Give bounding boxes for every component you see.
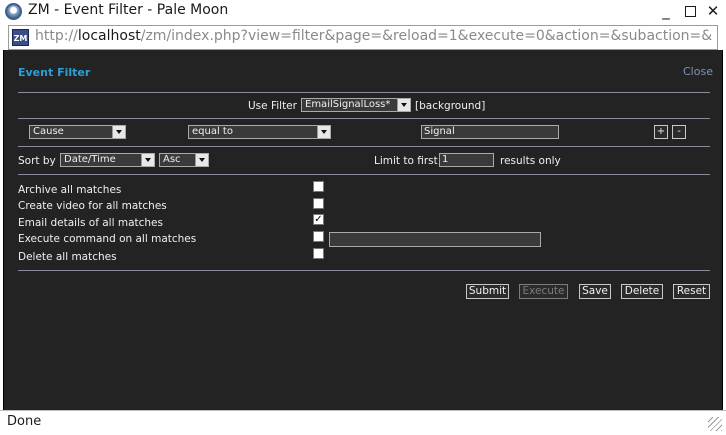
chevron-down-icon bbox=[397, 99, 410, 111]
url-path: /zm/index.php?view=filter&page=&reload=1… bbox=[140, 28, 713, 44]
execute-command-label: Execute command on all matches bbox=[18, 233, 197, 245]
delete-checkbox[interactable] bbox=[313, 248, 324, 259]
submit-button[interactable]: Submit bbox=[466, 284, 509, 299]
divider bbox=[18, 118, 710, 119]
divider bbox=[18, 92, 710, 93]
archive-label: Archive all matches bbox=[18, 184, 122, 196]
maximize-button[interactable] bbox=[682, 3, 698, 19]
minimize-button[interactable]: _ bbox=[658, 3, 674, 19]
delete-button[interactable]: Delete bbox=[621, 284, 663, 299]
window-title: ZM - Event Filter - Pale Moon bbox=[28, 2, 229, 18]
chevron-down-icon bbox=[317, 126, 330, 138]
address-bar[interactable]: ZM http://localhost/zm/index.php?view=fi… bbox=[8, 25, 718, 50]
create-video-checkbox[interactable] bbox=[313, 198, 324, 209]
close-window-button[interactable]: ✕ bbox=[705, 3, 721, 19]
execute-command-checkbox[interactable] bbox=[313, 231, 324, 242]
archive-checkbox[interactable] bbox=[313, 181, 324, 192]
add-term-button[interactable]: + bbox=[654, 125, 668, 139]
create-video-label: Create video for all matches bbox=[18, 200, 167, 212]
term-value-input[interactable]: Signal bbox=[421, 125, 559, 139]
remove-term-button[interactable]: - bbox=[672, 125, 686, 139]
execute-button[interactable]: Execute bbox=[519, 284, 568, 299]
chevron-down-icon bbox=[195, 154, 208, 166]
execute-command-input[interactable] bbox=[329, 232, 541, 247]
limit-suffix: results only bbox=[500, 155, 561, 167]
limit-input[interactable]: 1 bbox=[439, 153, 494, 167]
divider bbox=[18, 146, 710, 147]
use-filter-value: EmailSignalLoss* bbox=[305, 99, 391, 110]
sort-field-value: Date/Time bbox=[64, 154, 116, 165]
email-checkbox[interactable]: ✓ bbox=[313, 214, 324, 225]
pale-moon-icon bbox=[5, 3, 22, 20]
sort-direction-select[interactable]: Asc bbox=[159, 153, 209, 167]
use-filter-label: Use Filter bbox=[248, 100, 297, 112]
divider bbox=[18, 174, 710, 175]
save-button[interactable]: Save bbox=[579, 284, 611, 299]
sort-direction-value: Asc bbox=[163, 154, 181, 165]
url-host: localhost bbox=[77, 28, 141, 44]
maximize-icon bbox=[684, 6, 696, 17]
sort-by-label: Sort by bbox=[18, 155, 56, 167]
checkmark-icon: ✓ bbox=[314, 214, 323, 225]
term-operator-select[interactable]: equal to bbox=[188, 125, 331, 139]
chevron-down-icon bbox=[112, 126, 125, 138]
delete-label: Delete all matches bbox=[18, 251, 117, 263]
status-text: Done bbox=[7, 414, 42, 429]
page-title: Event Filter bbox=[18, 66, 91, 79]
event-filter-page: Event Filter Close Use Filter EmailSigna… bbox=[3, 50, 723, 410]
email-label: Email details of all matches bbox=[18, 217, 163, 229]
zm-favicon-icon: ZM bbox=[12, 29, 29, 46]
term-operator-value: equal to bbox=[192, 126, 233, 137]
reset-button[interactable]: Reset bbox=[673, 284, 710, 299]
term-attribute-select[interactable]: Cause bbox=[29, 125, 126, 139]
resize-grip-icon[interactable] bbox=[708, 417, 722, 431]
close-link[interactable]: Close bbox=[683, 65, 713, 78]
term-attribute-value: Cause bbox=[33, 126, 64, 137]
url-scheme: http:// bbox=[35, 28, 78, 44]
chevron-down-icon bbox=[141, 154, 154, 166]
use-filter-select[interactable]: EmailSignalLoss* bbox=[301, 98, 411, 112]
background-tag: [background] bbox=[415, 100, 486, 112]
divider bbox=[18, 270, 710, 271]
limit-label: Limit to first bbox=[374, 155, 438, 167]
sort-field-select[interactable]: Date/Time bbox=[60, 153, 155, 167]
window-titlebar: ZM - Event Filter - Pale Moon _ ✕ bbox=[0, 0, 726, 25]
status-bar: Done bbox=[0, 410, 726, 435]
url-text[interactable]: http://localhost/zm/index.php?view=filte… bbox=[35, 28, 713, 44]
